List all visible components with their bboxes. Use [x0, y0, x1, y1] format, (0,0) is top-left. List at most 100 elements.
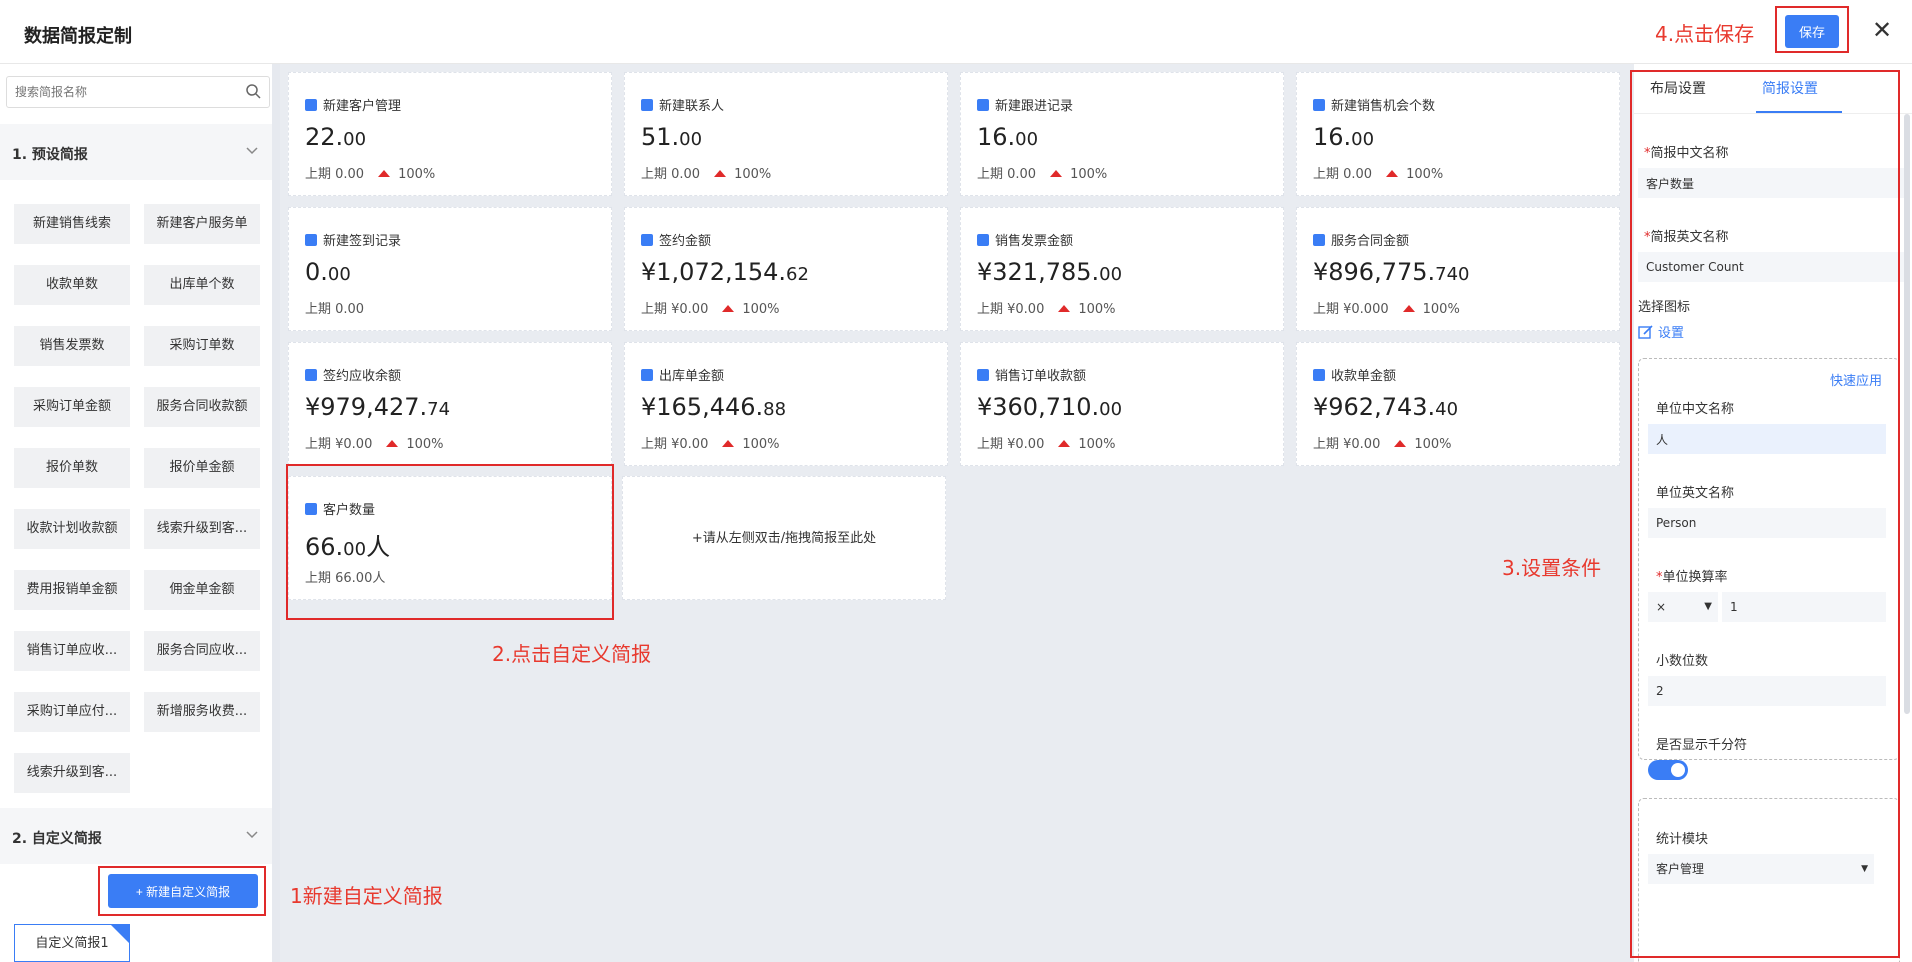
- header: 数据简报定制 4.点击保存 保存 ✕: [0, 0, 1912, 64]
- preset-report-item[interactable]: 费用报销单金额: [14, 570, 130, 610]
- preset-report-item[interactable]: 线索升级到客...: [144, 509, 260, 549]
- card-title-text: 新建客户管理: [323, 99, 402, 114]
- card-value-dec: 740: [1435, 264, 1470, 285]
- card-value-dec: 00: [1099, 399, 1123, 420]
- report-card[interactable]: 服务合同金额 ¥896,775.740 上期 ¥0.000 100%: [1296, 207, 1620, 331]
- preset-report-item[interactable]: 采购订单应付...: [14, 692, 130, 732]
- search-input[interactable]: [7, 77, 235, 107]
- card-title: 出库单金额: [641, 365, 724, 384]
- preset-report-item[interactable]: 新建客户服务单: [144, 204, 260, 244]
- report-card[interactable]: 销售发票金额 ¥321,785.00 上期 ¥0.00 100%: [960, 207, 1284, 331]
- card-title-text: 新建签到记录: [323, 234, 402, 249]
- report-card[interactable]: 新建联系人 51.00 上期 0.00 100%: [624, 72, 948, 196]
- annotation-box-custom-card: [286, 464, 614, 620]
- card-change-pct: 100%: [398, 167, 436, 182]
- card-value-int: 22.: [305, 123, 344, 151]
- preset-report-item[interactable]: 采购订单金额: [14, 387, 130, 427]
- card-title-text: 新建销售机会个数: [1331, 99, 1436, 114]
- card-change-pct: 100%: [1414, 437, 1452, 452]
- report-card[interactable]: 新建销售机会个数 16.00 上期 0.00 100%: [1296, 72, 1620, 196]
- drop-zone[interactable]: +请从左侧双击/拖拽简报至此处: [622, 476, 946, 600]
- preset-report-item[interactable]: 收款单数: [14, 265, 130, 305]
- new-custom-report-button[interactable]: + 新建自定义简报: [108, 874, 258, 908]
- contact-icon: [1313, 369, 1325, 381]
- annotation-box-settings: [1630, 70, 1900, 958]
- preset-report-item[interactable]: 报价单金额: [144, 448, 260, 488]
- settings-scrollbar[interactable]: [1904, 114, 1910, 714]
- card-change-pct: 100%: [734, 167, 772, 182]
- card-prev-text: 上期 ¥0.00: [305, 437, 373, 452]
- section-custom[interactable]: 2. 自定义简报: [0, 808, 272, 864]
- preset-report-item[interactable]: 线索升级到客...: [14, 753, 130, 793]
- preset-report-item[interactable]: 佣金单金额: [144, 570, 260, 610]
- invoice-icon: [977, 234, 989, 246]
- section-preset[interactable]: 1. 预设简报: [0, 124, 272, 180]
- card-prev-text: 上期 ¥0.00: [977, 302, 1045, 317]
- close-icon[interactable]: ✕: [1868, 16, 1896, 44]
- preset-report-item[interactable]: 新建销售线索: [14, 204, 130, 244]
- panel-divider[interactable]: [272, 64, 280, 962]
- card-value-dec: 00: [343, 129, 367, 150]
- preset-report-item[interactable]: 销售发票数: [14, 326, 130, 366]
- page: 数据简报定制 4.点击保存 保存 ✕ 1. 预设简报 新建销售线索新建客户服务单…: [0, 0, 1912, 962]
- report-card[interactable]: 出库单金额 ¥165,446.88 上期 ¥0.00 100%: [624, 342, 948, 466]
- trend-up-icon: [722, 305, 735, 312]
- preset-report-item[interactable]: 出库单个数: [144, 265, 260, 305]
- card-title: 新建客户管理: [305, 95, 401, 114]
- card-prev-text: 上期 0.00: [641, 167, 701, 182]
- doc-icon: [305, 369, 317, 381]
- trend-up-icon: [1058, 305, 1071, 312]
- card-title: 收款单金额: [1313, 365, 1396, 384]
- card-value: ¥1,072,154.62: [641, 258, 809, 286]
- report-card[interactable]: 签约金额 ¥1,072,154.62 上期 ¥0.00 100%: [624, 207, 948, 331]
- card-prev: 上期 ¥0.00 100%: [977, 298, 1116, 317]
- custom-report-item[interactable]: 自定义简报1: [14, 924, 130, 962]
- report-card[interactable]: 销售订单收款额 ¥360,710.00 上期 ¥0.00 100%: [960, 342, 1284, 466]
- card-change-pct: 100%: [1406, 167, 1444, 182]
- card-title-text: 服务合同金额: [1331, 234, 1410, 249]
- chevron-down-icon[interactable]: [244, 142, 260, 158]
- card-value-dec: 00: [1015, 129, 1039, 150]
- card-prev-text: 上期 0.00: [305, 167, 365, 182]
- search-icon[interactable]: [245, 83, 261, 99]
- preset-report-item[interactable]: 收款计划收款额: [14, 509, 130, 549]
- card-value: 22.00: [305, 123, 366, 151]
- card-value-dec: 62: [786, 264, 809, 285]
- card-change-pct: 100%: [742, 302, 780, 317]
- card-prev-text: 上期 ¥0.00: [1313, 437, 1381, 452]
- selected-corner-icon: [111, 925, 129, 943]
- target-icon: [1313, 99, 1325, 111]
- card-title-text: 收款单金额: [1331, 369, 1397, 384]
- doc-icon: [305, 234, 317, 246]
- card-value: ¥360,710.00: [977, 393, 1122, 421]
- card-title: 新建跟进记录: [977, 95, 1073, 114]
- card-prev-text: 上期 ¥0.000: [1313, 302, 1389, 317]
- card-prev: 上期 ¥0.00 100%: [977, 433, 1116, 452]
- preset-report-item[interactable]: 新增服务收费...: [144, 692, 260, 732]
- left-panel: 1. 预设简报 新建销售线索新建客户服务单收款单数出库单个数销售发票数采购订单数…: [0, 64, 272, 962]
- save-button[interactable]: 保存: [1785, 15, 1839, 48]
- card-title: 销售发票金额: [977, 230, 1073, 249]
- card-prev-text: 上期 0.00: [1313, 167, 1373, 182]
- report-card[interactable]: 签约应收余额 ¥979,427.74 上期 ¥0.00 100%: [288, 342, 612, 466]
- card-title-text: 销售订单收款额: [995, 369, 1087, 384]
- report-card[interactable]: 新建签到记录 0.00 上期 0.00: [288, 207, 612, 331]
- preset-report-item[interactable]: 服务合同应收...: [144, 631, 260, 671]
- report-card[interactable]: 新建跟进记录 16.00 上期 0.00 100%: [960, 72, 1284, 196]
- preset-report-item[interactable]: 报价单数: [14, 448, 130, 488]
- report-card[interactable]: 收款单金额 ¥962,743.40 上期 ¥0.00 100%: [1296, 342, 1620, 466]
- annotation-step2: 2.点击自定义简报: [492, 642, 652, 666]
- trend-up-icon: [378, 170, 391, 177]
- report-card[interactable]: 新建客户管理 22.00 上期 0.00 100%: [288, 72, 612, 196]
- card-value-dec: 00: [1351, 129, 1375, 150]
- user-icon: [305, 99, 317, 111]
- card-value-dec: 00: [1099, 264, 1123, 285]
- card-title: 服务合同金额: [1313, 230, 1409, 249]
- home-icon: [1313, 234, 1325, 246]
- card-value: ¥979,427.74: [305, 393, 450, 421]
- preset-report-item[interactable]: 服务合同收款额: [144, 387, 260, 427]
- chevron-down-icon[interactable]: [244, 826, 260, 842]
- preset-report-item[interactable]: 销售订单应收...: [14, 631, 130, 671]
- preset-report-item[interactable]: 采购订单数: [144, 326, 260, 366]
- card-change-pct: 100%: [1070, 167, 1108, 182]
